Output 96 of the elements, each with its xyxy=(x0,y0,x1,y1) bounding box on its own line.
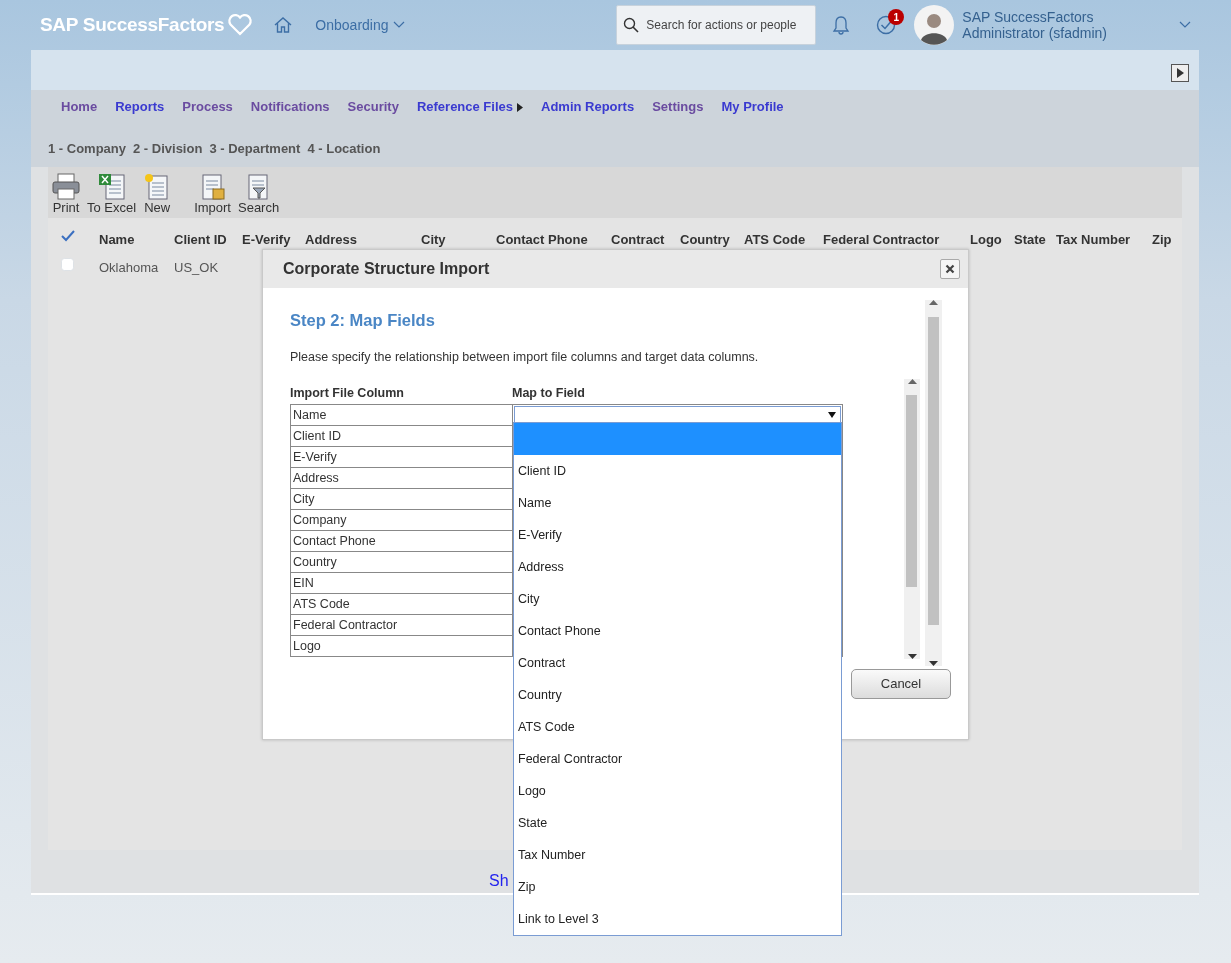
column-header: Import File Column xyxy=(290,384,405,402)
chevron-icon[interactable] xyxy=(1179,21,1191,29)
home-icon[interactable] xyxy=(273,16,294,34)
search-input[interactable]: Search for actions or people xyxy=(644,15,810,35)
print-icon xyxy=(52,173,80,201)
toolbar-button[interactable]: Import xyxy=(194,173,231,215)
column-header: State xyxy=(1014,231,1047,249)
nav-link[interactable]: Reference Files xyxy=(416,97,523,117)
level-link[interactable]: 4 - Location xyxy=(307,139,381,159)
table-cell: EIN xyxy=(290,572,513,593)
table-cell: City xyxy=(290,488,513,509)
dropdown-option[interactable]: ATS Code xyxy=(514,711,841,743)
nav-link[interactable]: Admin Reports xyxy=(541,97,635,117)
column-header: Zip xyxy=(1152,231,1173,249)
dropdown-option[interactable]: Link to Level 3 xyxy=(514,903,841,935)
row-checkbox[interactable] xyxy=(61,257,74,271)
search-icon xyxy=(623,17,640,33)
scroll-up-icon[interactable] xyxy=(907,378,917,384)
notification-badge: 1 xyxy=(888,9,905,25)
nav-link[interactable]: Reports xyxy=(115,97,165,117)
toolbar-button[interactable]: Print xyxy=(52,173,80,215)
scroll-up-icon[interactable] xyxy=(929,300,938,305)
dropdown-option[interactable]: State xyxy=(514,807,841,839)
column-header: Tax Number xyxy=(1056,231,1132,249)
avatar[interactable] xyxy=(914,5,955,45)
dropdown-option[interactable]: Contact Phone xyxy=(514,615,841,647)
dropdown-option[interactable]: City xyxy=(514,583,841,615)
table-cell-text: Oklahoma xyxy=(99,258,160,277)
cancel-button[interactable]: Cancel xyxy=(851,669,951,699)
scroll-down-icon[interactable] xyxy=(907,653,917,659)
close-icon xyxy=(945,264,955,274)
dropdown-option[interactable]: Zip xyxy=(514,871,841,903)
toolbar-button[interactable]: Search xyxy=(238,173,280,215)
dropdown-option[interactable]: Federal Contractor xyxy=(514,743,841,775)
chevron-icon xyxy=(392,21,405,29)
table-cell: E-Verify xyxy=(290,446,513,467)
nav-link[interactable]: Security xyxy=(347,97,399,117)
dropdown-option[interactable]: Country xyxy=(514,679,841,711)
bell-icon[interactable] xyxy=(832,15,851,35)
map-to-field-select[interactable] xyxy=(514,405,841,424)
toolbar-button[interactable]: New xyxy=(143,173,172,215)
user-name: SAP SuccessFactors xyxy=(962,9,1095,25)
todo-icon[interactable] xyxy=(876,15,897,35)
column-header: Map to Field xyxy=(512,384,586,402)
level-link[interactable]: 3 - Department xyxy=(209,139,301,159)
scrollbar[interactable] xyxy=(925,300,942,666)
table-cell: ATS Code xyxy=(290,593,513,614)
table-cell: Logo xyxy=(290,635,513,656)
excel-icon xyxy=(97,173,126,201)
heart-icon xyxy=(227,13,254,37)
table-cell: Country xyxy=(290,551,513,572)
nav-link[interactable]: Settings xyxy=(652,97,704,117)
table-cell: Name xyxy=(290,404,513,425)
column-header: Contact Phone xyxy=(496,231,589,249)
caret-icon xyxy=(828,411,836,418)
dropdown-option[interactable]: Name xyxy=(514,487,841,519)
column-header: Country xyxy=(680,231,731,249)
search-field[interactable]: Search for actions or people xyxy=(616,5,817,45)
column-header: ATS Code xyxy=(744,231,807,249)
nav-link[interactable]: Home xyxy=(61,97,98,117)
column-header: Federal Contractor xyxy=(823,231,941,249)
column-header: Logo xyxy=(970,231,1003,249)
table-cell: Federal Contractor xyxy=(290,614,513,635)
dropdown-option[interactable]: Logo xyxy=(514,775,841,807)
nav-link[interactable]: My Profile xyxy=(721,97,784,117)
dropdown-option[interactable]: E-Verify xyxy=(514,519,841,551)
table-cell: Company xyxy=(290,509,513,530)
table-cell: Contact Phone xyxy=(290,530,513,551)
column-header: Contract xyxy=(611,231,666,249)
instructions-text: Please specify the relationship between import file columns and target data columns. xyxy=(290,348,760,366)
step-title: Step 2: Map Fields xyxy=(290,310,436,331)
level-link[interactable]: 1 - Company xyxy=(48,139,126,159)
dropdown-option[interactable]: Contract xyxy=(514,647,841,679)
toolbar-button[interactable]: To Excel xyxy=(87,173,137,215)
column-header: City xyxy=(421,231,447,249)
dropdown-option[interactable]: Client ID xyxy=(514,455,841,487)
column-header: E-Verify xyxy=(242,231,292,249)
scrollbar[interactable] xyxy=(904,378,920,659)
table-cell: Address xyxy=(290,467,513,488)
footer-link[interactable]: Sh xyxy=(489,872,509,889)
user-role: Administrator (sfadmin) xyxy=(962,25,1107,41)
nav-link[interactable]: Process xyxy=(182,97,233,117)
close-button[interactable] xyxy=(940,259,960,279)
dropdown-option[interactable]: Address xyxy=(514,551,841,583)
table-cell: Client ID xyxy=(290,425,513,446)
column-header: Name xyxy=(99,231,136,249)
column-header: Client ID xyxy=(174,231,228,249)
scroll-down-icon[interactable] xyxy=(929,661,938,666)
dropdown-option[interactable]: Tax Number xyxy=(514,839,841,871)
column-header: Address xyxy=(305,231,359,249)
play-button[interactable] xyxy=(1171,64,1189,82)
level-link[interactable]: 2 - Division xyxy=(133,139,203,159)
dialog-title: Corporate Structure Import xyxy=(283,259,490,279)
table-cell-text: US_OK xyxy=(174,258,220,277)
nav-link[interactable]: Notifications xyxy=(250,97,330,117)
select-all-check-icon[interactable] xyxy=(61,230,75,242)
